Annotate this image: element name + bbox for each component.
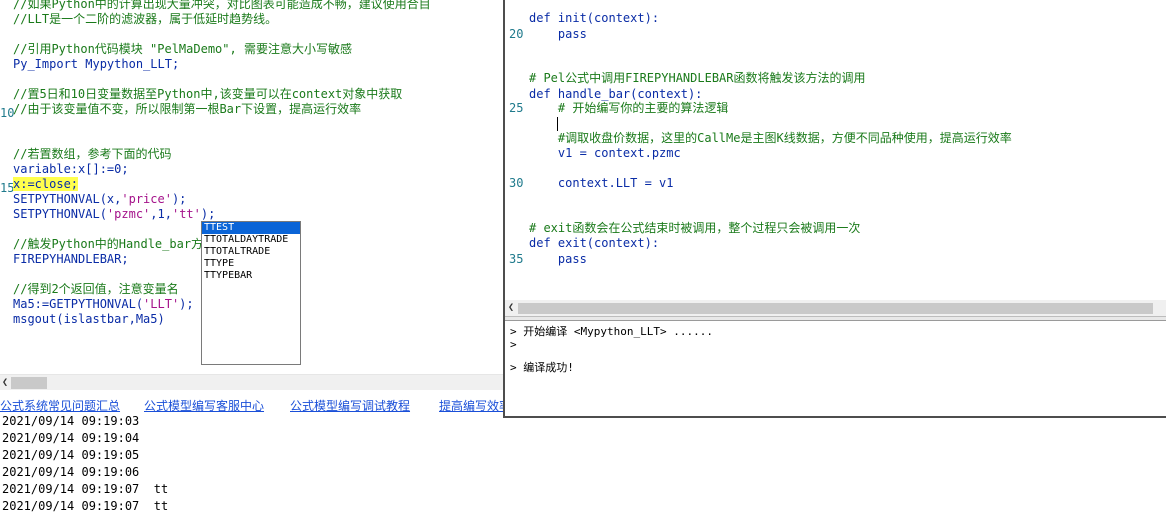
autocomplete-item[interactable]: TTYPE (202, 258, 300, 270)
python-code-line: pass (529, 252, 587, 266)
code-line: SETPYTHONVAL('pzmc',1,'tt'); (13, 207, 215, 222)
python-code-line: v1 = context.pzmc (529, 146, 681, 160)
compile-line: > 编译成功! (510, 361, 574, 374)
autocomplete-list[interactable]: TTEST TTOTALDAYTRADE TTOTALTRADE TTYPE TTYPE… (201, 221, 301, 365)
python-horizontal-scrollbar[interactable]: ❮ (505, 300, 1166, 317)
autocomplete-item[interactable]: TTOTALDAYTRADE (202, 234, 300, 246)
code-line-text: //LLT是一个二阶的滤波器，属于低延时趋势线。 (13, 12, 278, 26)
python-code-line: def exit(context): (529, 236, 660, 250)
link-faq[interactable]: 公式系统常见问题汇总 (0, 397, 120, 413)
autocomplete-item[interactable]: TTEST (202, 222, 300, 234)
code-line: FIREPYHANDLEBAR; (13, 252, 129, 267)
code-line: //由于该变量值不变，所以限制第一根Bar下设置，提高运行效率 (13, 102, 361, 117)
python-code-line: def init(context): (529, 11, 660, 25)
code-line: SETPYTHONVAL(x,'price'); (13, 192, 186, 207)
line-number: 20 (509, 27, 524, 41)
autocomplete-item[interactable]: TTOTALTRADE (202, 246, 300, 258)
code-line: msgout(islastbar,Ma5) (13, 312, 165, 327)
code-line: variable:x[]:=0; (13, 162, 129, 177)
line-number-gutter: 10 15 (0, 0, 15, 374)
help-links-bar: 公式系统常见问题汇总 公式模型编写客服中心 公式模型编写调试教程 提高编写效率 (0, 393, 505, 413)
code-line-text: //如果Python中的计算出现大量冲突，对比图表可能造成不畅，建议使用合目 (13, 0, 431, 11)
code-line: //LLT是一个二阶的滤波器，属于低延时趋势线。 (13, 12, 277, 27)
link-support-center[interactable]: 公式模型编写客服中心 (144, 397, 264, 413)
python-code-line: #调取收盘价数据，这里的CallMe是主图K线数据，方便不同品种使用，提高运行效… (529, 131, 1012, 145)
line-number: 15 (0, 181, 15, 195)
code-line-text: //若置数组，参考下面的代码 (13, 147, 172, 161)
code-line: //触发Python中的Handle_bar方 (13, 237, 203, 252)
line-number: 35 (509, 252, 524, 266)
code-line-text: variable:x[]:=0; (13, 162, 129, 176)
text-caret (557, 117, 558, 131)
code-line-text: FIREPYHANDLEBAR; (13, 252, 129, 266)
code-line-text: //由于该变量值不变，所以限制第一根Bar下设置，提高运行效率 (13, 102, 362, 116)
line-number: 10 (0, 106, 15, 120)
code-line: //引用Python代码模块 "PelMaDemo", 需要注意大小写敏感 (13, 42, 352, 57)
log-line: 2021/09/14 09:19:04 (2, 431, 140, 445)
python-code-line: context.LLT = v1 (529, 176, 674, 190)
link-efficiency[interactable]: 提高编写效率 (439, 397, 505, 413)
autocomplete-item[interactable]: TTYPEBAR (202, 270, 300, 282)
message-output-log: 2021/09/14 09:19:03 2021/09/14 09:19:04 … (0, 413, 505, 515)
log-line: 2021/09/14 09:19:07 tt (2, 499, 169, 513)
code-line-text: Py_Import Mypython_LLT; (13, 57, 180, 71)
python-code-line: def handle_bar(context): (529, 87, 703, 101)
scrollbar-thumb[interactable] (518, 303, 1153, 314)
code-line: //若置数组，参考下面的代码 (13, 147, 171, 162)
line-number: 25 (509, 101, 524, 115)
code-line-text: //触发Python中的Handle_bar方 (13, 237, 204, 251)
code-line-text: //得到2个返回值，注意变量名 (13, 282, 179, 296)
link-debug-tutorial[interactable]: 公式模型编写调试教程 (290, 397, 410, 413)
chevron-left-icon[interactable]: ❮ (0, 375, 10, 391)
code-line: //如果Python中的计算出现大量冲突，对比图表可能造成不畅，建议使用合目 (13, 0, 431, 12)
log-line: 2021/09/14 09:19:03 (2, 414, 140, 428)
log-line: 2021/09/14 09:19:05 (2, 448, 140, 462)
python-code-line: # Pel公式中调用FIREPYHANDLEBAR函数将触发该方法的调用 (529, 71, 866, 85)
code-line: //置5日和10日变量数据至Python中,该变量可以在context对象中获取 (13, 87, 402, 102)
code-line-text: msgout(islastbar,Ma5) (13, 312, 165, 326)
code-line: Ma5:=GETPYTHONVAL('LLT'); (13, 297, 194, 312)
code-line-text: Ma5:=GETPYTHONVAL('LLT'); (13, 297, 194, 311)
scrollbar-thumb[interactable] (11, 377, 47, 389)
log-line: 2021/09/14 09:19:06 (2, 465, 140, 479)
pane-splitter[interactable] (505, 317, 1166, 321)
python-code-editor[interactable]: def init(context): 20 pass # Pel公式中调用FIREP… (505, 0, 1166, 300)
code-line: Py_Import Mypython_LLT; (13, 57, 179, 72)
compile-line: > (510, 338, 517, 351)
code-line-text: //引用Python代码模块 "PelMaDemo", 需要注意大小写敏感 (13, 42, 352, 56)
code-line-text: //置5日和10日变量数据至Python中,该变量可以在context对象中获取 (13, 87, 403, 101)
line-number: 30 (509, 176, 524, 190)
chevron-left-icon[interactable]: ❮ (505, 300, 517, 316)
code-line-text: SETPYTHONVAL(x,'price'); (13, 192, 187, 206)
python-code-line: # exit函数会在公式结束时被调用，整个过程只会被调用一次 (529, 221, 861, 235)
compile-line: > 开始编译 <Mypython_LLT> ...... (510, 325, 713, 338)
editor-horizontal-scrollbar[interactable]: ❮ (0, 374, 505, 390)
python-code-line: # 开始编写你的主要的算法逻辑 (529, 101, 729, 115)
log-line: 2021/09/14 09:19:07 tt (2, 482, 169, 496)
code-line: x:=close; (13, 177, 79, 192)
code-line-text: SETPYTHONVAL('pzmc',1,'tt'); (13, 207, 216, 221)
code-line-text: x:=close; (13, 177, 79, 191)
python-editor-window: def init(context): 20 pass # Pel公式中调用FIREP… (503, 0, 1166, 418)
compile-output-panel: > 开始编译 <Mypython_LLT> ...... > > 编译成功! (505, 322, 1166, 416)
python-code-line: pass (529, 27, 587, 41)
code-line: //得到2个返回值，注意变量名 (13, 282, 179, 297)
